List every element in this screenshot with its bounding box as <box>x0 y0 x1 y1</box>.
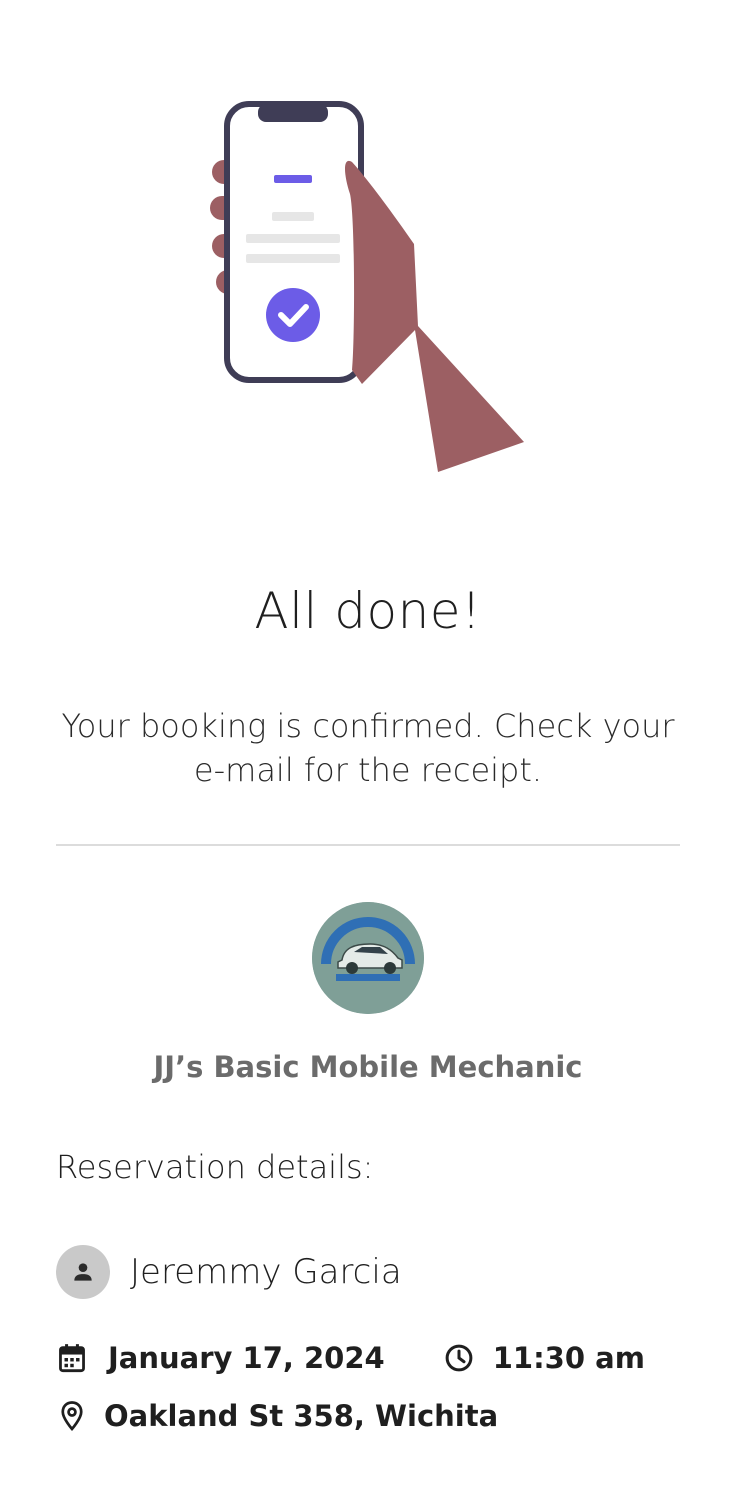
location-row: Oakland St 358, Wichita <box>56 1394 498 1438</box>
reservation-time: 11:30 am <box>492 1341 645 1375</box>
clock-icon <box>443 1342 475 1374</box>
confirmation-message: Your booking is confirmed. Check your e-… <box>61 707 675 789</box>
customer-name: Jeremmy Garcia <box>130 1252 402 1292</box>
customer-row: Jeremmy Garcia <box>56 1244 402 1300</box>
calendar-icon <box>56 1342 88 1374</box>
reservation-location: Oakland St 358, Wichita <box>104 1399 499 1433</box>
reservation-date: January 17, 2024 <box>108 1341 385 1375</box>
booking-confirmed-illustration <box>200 98 530 478</box>
time-group: 11:30 am <box>443 1341 645 1375</box>
business-name: JJ’s Basic Mobile Mechanic <box>153 1050 583 1084</box>
person-icon <box>56 1245 110 1299</box>
reservation-details-heading: Reservation details: <box>56 1148 374 1186</box>
location-pin-icon <box>56 1400 88 1432</box>
divider <box>56 844 680 846</box>
business-logo <box>312 902 424 1014</box>
confirmation-title: All done! <box>254 582 482 640</box>
date-time-row: January 17, 2024 11:30 am <box>56 1336 645 1380</box>
